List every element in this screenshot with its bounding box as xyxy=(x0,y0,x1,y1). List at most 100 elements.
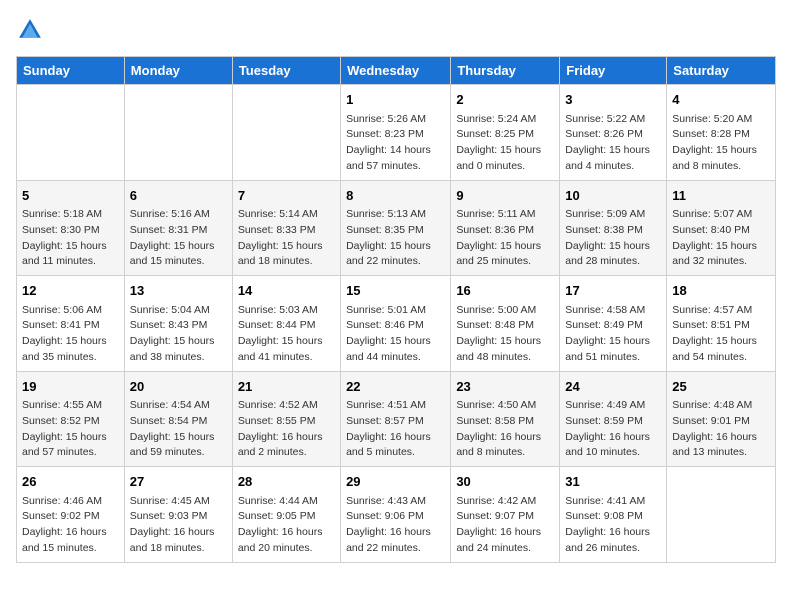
day-info: Sunrise: 5:01 AM Sunset: 8:46 PM Dayligh… xyxy=(346,303,445,366)
day-cell: 3Sunrise: 5:22 AM Sunset: 8:26 PM Daylig… xyxy=(560,85,667,181)
day-info: Sunrise: 5:03 AM Sunset: 8:44 PM Dayligh… xyxy=(238,303,335,366)
day-info: Sunrise: 5:16 AM Sunset: 8:31 PM Dayligh… xyxy=(130,207,227,270)
day-number: 22 xyxy=(346,377,445,397)
day-number: 4 xyxy=(672,90,770,110)
day-cell: 11Sunrise: 5:07 AM Sunset: 8:40 PM Dayli… xyxy=(667,180,776,276)
day-info: Sunrise: 5:24 AM Sunset: 8:25 PM Dayligh… xyxy=(456,112,554,175)
day-cell: 21Sunrise: 4:52 AM Sunset: 8:55 PM Dayli… xyxy=(232,371,340,467)
day-number: 19 xyxy=(22,377,119,397)
day-info: Sunrise: 5:11 AM Sunset: 8:36 PM Dayligh… xyxy=(456,207,554,270)
day-info: Sunrise: 4:45 AM Sunset: 9:03 PM Dayligh… xyxy=(130,494,227,557)
day-cell: 27Sunrise: 4:45 AM Sunset: 9:03 PM Dayli… xyxy=(124,467,232,563)
day-info: Sunrise: 5:13 AM Sunset: 8:35 PM Dayligh… xyxy=(346,207,445,270)
calendar-table: SundayMondayTuesdayWednesdayThursdayFrid… xyxy=(16,56,776,563)
day-cell: 14Sunrise: 5:03 AM Sunset: 8:44 PM Dayli… xyxy=(232,276,340,372)
calendar-header-row: SundayMondayTuesdayWednesdayThursdayFrid… xyxy=(17,57,776,85)
day-number: 13 xyxy=(130,281,227,301)
day-number: 6 xyxy=(130,186,227,206)
day-number: 15 xyxy=(346,281,445,301)
column-header-tuesday: Tuesday xyxy=(232,57,340,85)
day-number: 20 xyxy=(130,377,227,397)
day-info: Sunrise: 4:52 AM Sunset: 8:55 PM Dayligh… xyxy=(238,398,335,461)
day-cell: 16Sunrise: 5:00 AM Sunset: 8:48 PM Dayli… xyxy=(451,276,560,372)
day-cell: 26Sunrise: 4:46 AM Sunset: 9:02 PM Dayli… xyxy=(17,467,125,563)
day-cell: 2Sunrise: 5:24 AM Sunset: 8:25 PM Daylig… xyxy=(451,85,560,181)
day-number: 30 xyxy=(456,472,554,492)
logo xyxy=(16,16,48,44)
day-info: Sunrise: 4:49 AM Sunset: 8:59 PM Dayligh… xyxy=(565,398,661,461)
day-cell: 4Sunrise: 5:20 AM Sunset: 8:28 PM Daylig… xyxy=(667,85,776,181)
day-info: Sunrise: 4:50 AM Sunset: 8:58 PM Dayligh… xyxy=(456,398,554,461)
column-header-thursday: Thursday xyxy=(451,57,560,85)
week-row-1: 1Sunrise: 5:26 AM Sunset: 8:23 PM Daylig… xyxy=(17,85,776,181)
column-header-friday: Friday xyxy=(560,57,667,85)
day-info: Sunrise: 4:46 AM Sunset: 9:02 PM Dayligh… xyxy=(22,494,119,557)
day-cell xyxy=(667,467,776,563)
day-cell xyxy=(17,85,125,181)
day-info: Sunrise: 4:48 AM Sunset: 9:01 PM Dayligh… xyxy=(672,398,770,461)
day-number: 8 xyxy=(346,186,445,206)
day-number: 5 xyxy=(22,186,119,206)
page-header xyxy=(16,16,776,44)
day-info: Sunrise: 5:18 AM Sunset: 8:30 PM Dayligh… xyxy=(22,207,119,270)
day-info: Sunrise: 4:54 AM Sunset: 8:54 PM Dayligh… xyxy=(130,398,227,461)
day-info: Sunrise: 5:04 AM Sunset: 8:43 PM Dayligh… xyxy=(130,303,227,366)
day-cell: 17Sunrise: 4:58 AM Sunset: 8:49 PM Dayli… xyxy=(560,276,667,372)
day-cell: 5Sunrise: 5:18 AM Sunset: 8:30 PM Daylig… xyxy=(17,180,125,276)
day-info: Sunrise: 4:43 AM Sunset: 9:06 PM Dayligh… xyxy=(346,494,445,557)
day-info: Sunrise: 4:55 AM Sunset: 8:52 PM Dayligh… xyxy=(22,398,119,461)
day-cell: 8Sunrise: 5:13 AM Sunset: 8:35 PM Daylig… xyxy=(341,180,451,276)
day-number: 25 xyxy=(672,377,770,397)
logo-icon xyxy=(16,16,44,44)
day-info: Sunrise: 4:41 AM Sunset: 9:08 PM Dayligh… xyxy=(565,494,661,557)
day-number: 2 xyxy=(456,90,554,110)
day-info: Sunrise: 5:09 AM Sunset: 8:38 PM Dayligh… xyxy=(565,207,661,270)
day-cell: 1Sunrise: 5:26 AM Sunset: 8:23 PM Daylig… xyxy=(341,85,451,181)
day-info: Sunrise: 5:07 AM Sunset: 8:40 PM Dayligh… xyxy=(672,207,770,270)
day-info: Sunrise: 5:14 AM Sunset: 8:33 PM Dayligh… xyxy=(238,207,335,270)
day-number: 17 xyxy=(565,281,661,301)
day-cell: 31Sunrise: 4:41 AM Sunset: 9:08 PM Dayli… xyxy=(560,467,667,563)
day-cell: 23Sunrise: 4:50 AM Sunset: 8:58 PM Dayli… xyxy=(451,371,560,467)
day-cell: 15Sunrise: 5:01 AM Sunset: 8:46 PM Dayli… xyxy=(341,276,451,372)
column-header-wednesday: Wednesday xyxy=(341,57,451,85)
day-info: Sunrise: 5:00 AM Sunset: 8:48 PM Dayligh… xyxy=(456,303,554,366)
day-cell: 12Sunrise: 5:06 AM Sunset: 8:41 PM Dayli… xyxy=(17,276,125,372)
day-cell: 24Sunrise: 4:49 AM Sunset: 8:59 PM Dayli… xyxy=(560,371,667,467)
column-header-saturday: Saturday xyxy=(667,57,776,85)
day-cell: 7Sunrise: 5:14 AM Sunset: 8:33 PM Daylig… xyxy=(232,180,340,276)
day-cell: 30Sunrise: 4:42 AM Sunset: 9:07 PM Dayli… xyxy=(451,467,560,563)
week-row-5: 26Sunrise: 4:46 AM Sunset: 9:02 PM Dayli… xyxy=(17,467,776,563)
day-number: 7 xyxy=(238,186,335,206)
day-cell: 10Sunrise: 5:09 AM Sunset: 8:38 PM Dayli… xyxy=(560,180,667,276)
column-header-sunday: Sunday xyxy=(17,57,125,85)
day-cell: 18Sunrise: 4:57 AM Sunset: 8:51 PM Dayli… xyxy=(667,276,776,372)
day-info: Sunrise: 4:42 AM Sunset: 9:07 PM Dayligh… xyxy=(456,494,554,557)
week-row-3: 12Sunrise: 5:06 AM Sunset: 8:41 PM Dayli… xyxy=(17,276,776,372)
day-number: 11 xyxy=(672,186,770,206)
day-info: Sunrise: 5:20 AM Sunset: 8:28 PM Dayligh… xyxy=(672,112,770,175)
day-number: 10 xyxy=(565,186,661,206)
day-cell: 13Sunrise: 5:04 AM Sunset: 8:43 PM Dayli… xyxy=(124,276,232,372)
day-info: Sunrise: 4:57 AM Sunset: 8:51 PM Dayligh… xyxy=(672,303,770,366)
day-cell: 29Sunrise: 4:43 AM Sunset: 9:06 PM Dayli… xyxy=(341,467,451,563)
day-info: Sunrise: 5:22 AM Sunset: 8:26 PM Dayligh… xyxy=(565,112,661,175)
day-number: 29 xyxy=(346,472,445,492)
day-number: 3 xyxy=(565,90,661,110)
day-info: Sunrise: 4:58 AM Sunset: 8:49 PM Dayligh… xyxy=(565,303,661,366)
day-number: 27 xyxy=(130,472,227,492)
day-cell: 9Sunrise: 5:11 AM Sunset: 8:36 PM Daylig… xyxy=(451,180,560,276)
day-info: Sunrise: 4:51 AM Sunset: 8:57 PM Dayligh… xyxy=(346,398,445,461)
day-number: 31 xyxy=(565,472,661,492)
day-cell: 22Sunrise: 4:51 AM Sunset: 8:57 PM Dayli… xyxy=(341,371,451,467)
day-number: 21 xyxy=(238,377,335,397)
day-cell: 25Sunrise: 4:48 AM Sunset: 9:01 PM Dayli… xyxy=(667,371,776,467)
day-number: 18 xyxy=(672,281,770,301)
day-cell: 19Sunrise: 4:55 AM Sunset: 8:52 PM Dayli… xyxy=(17,371,125,467)
week-row-2: 5Sunrise: 5:18 AM Sunset: 8:30 PM Daylig… xyxy=(17,180,776,276)
day-number: 16 xyxy=(456,281,554,301)
day-number: 23 xyxy=(456,377,554,397)
day-number: 14 xyxy=(238,281,335,301)
day-cell: 20Sunrise: 4:54 AM Sunset: 8:54 PM Dayli… xyxy=(124,371,232,467)
day-number: 26 xyxy=(22,472,119,492)
